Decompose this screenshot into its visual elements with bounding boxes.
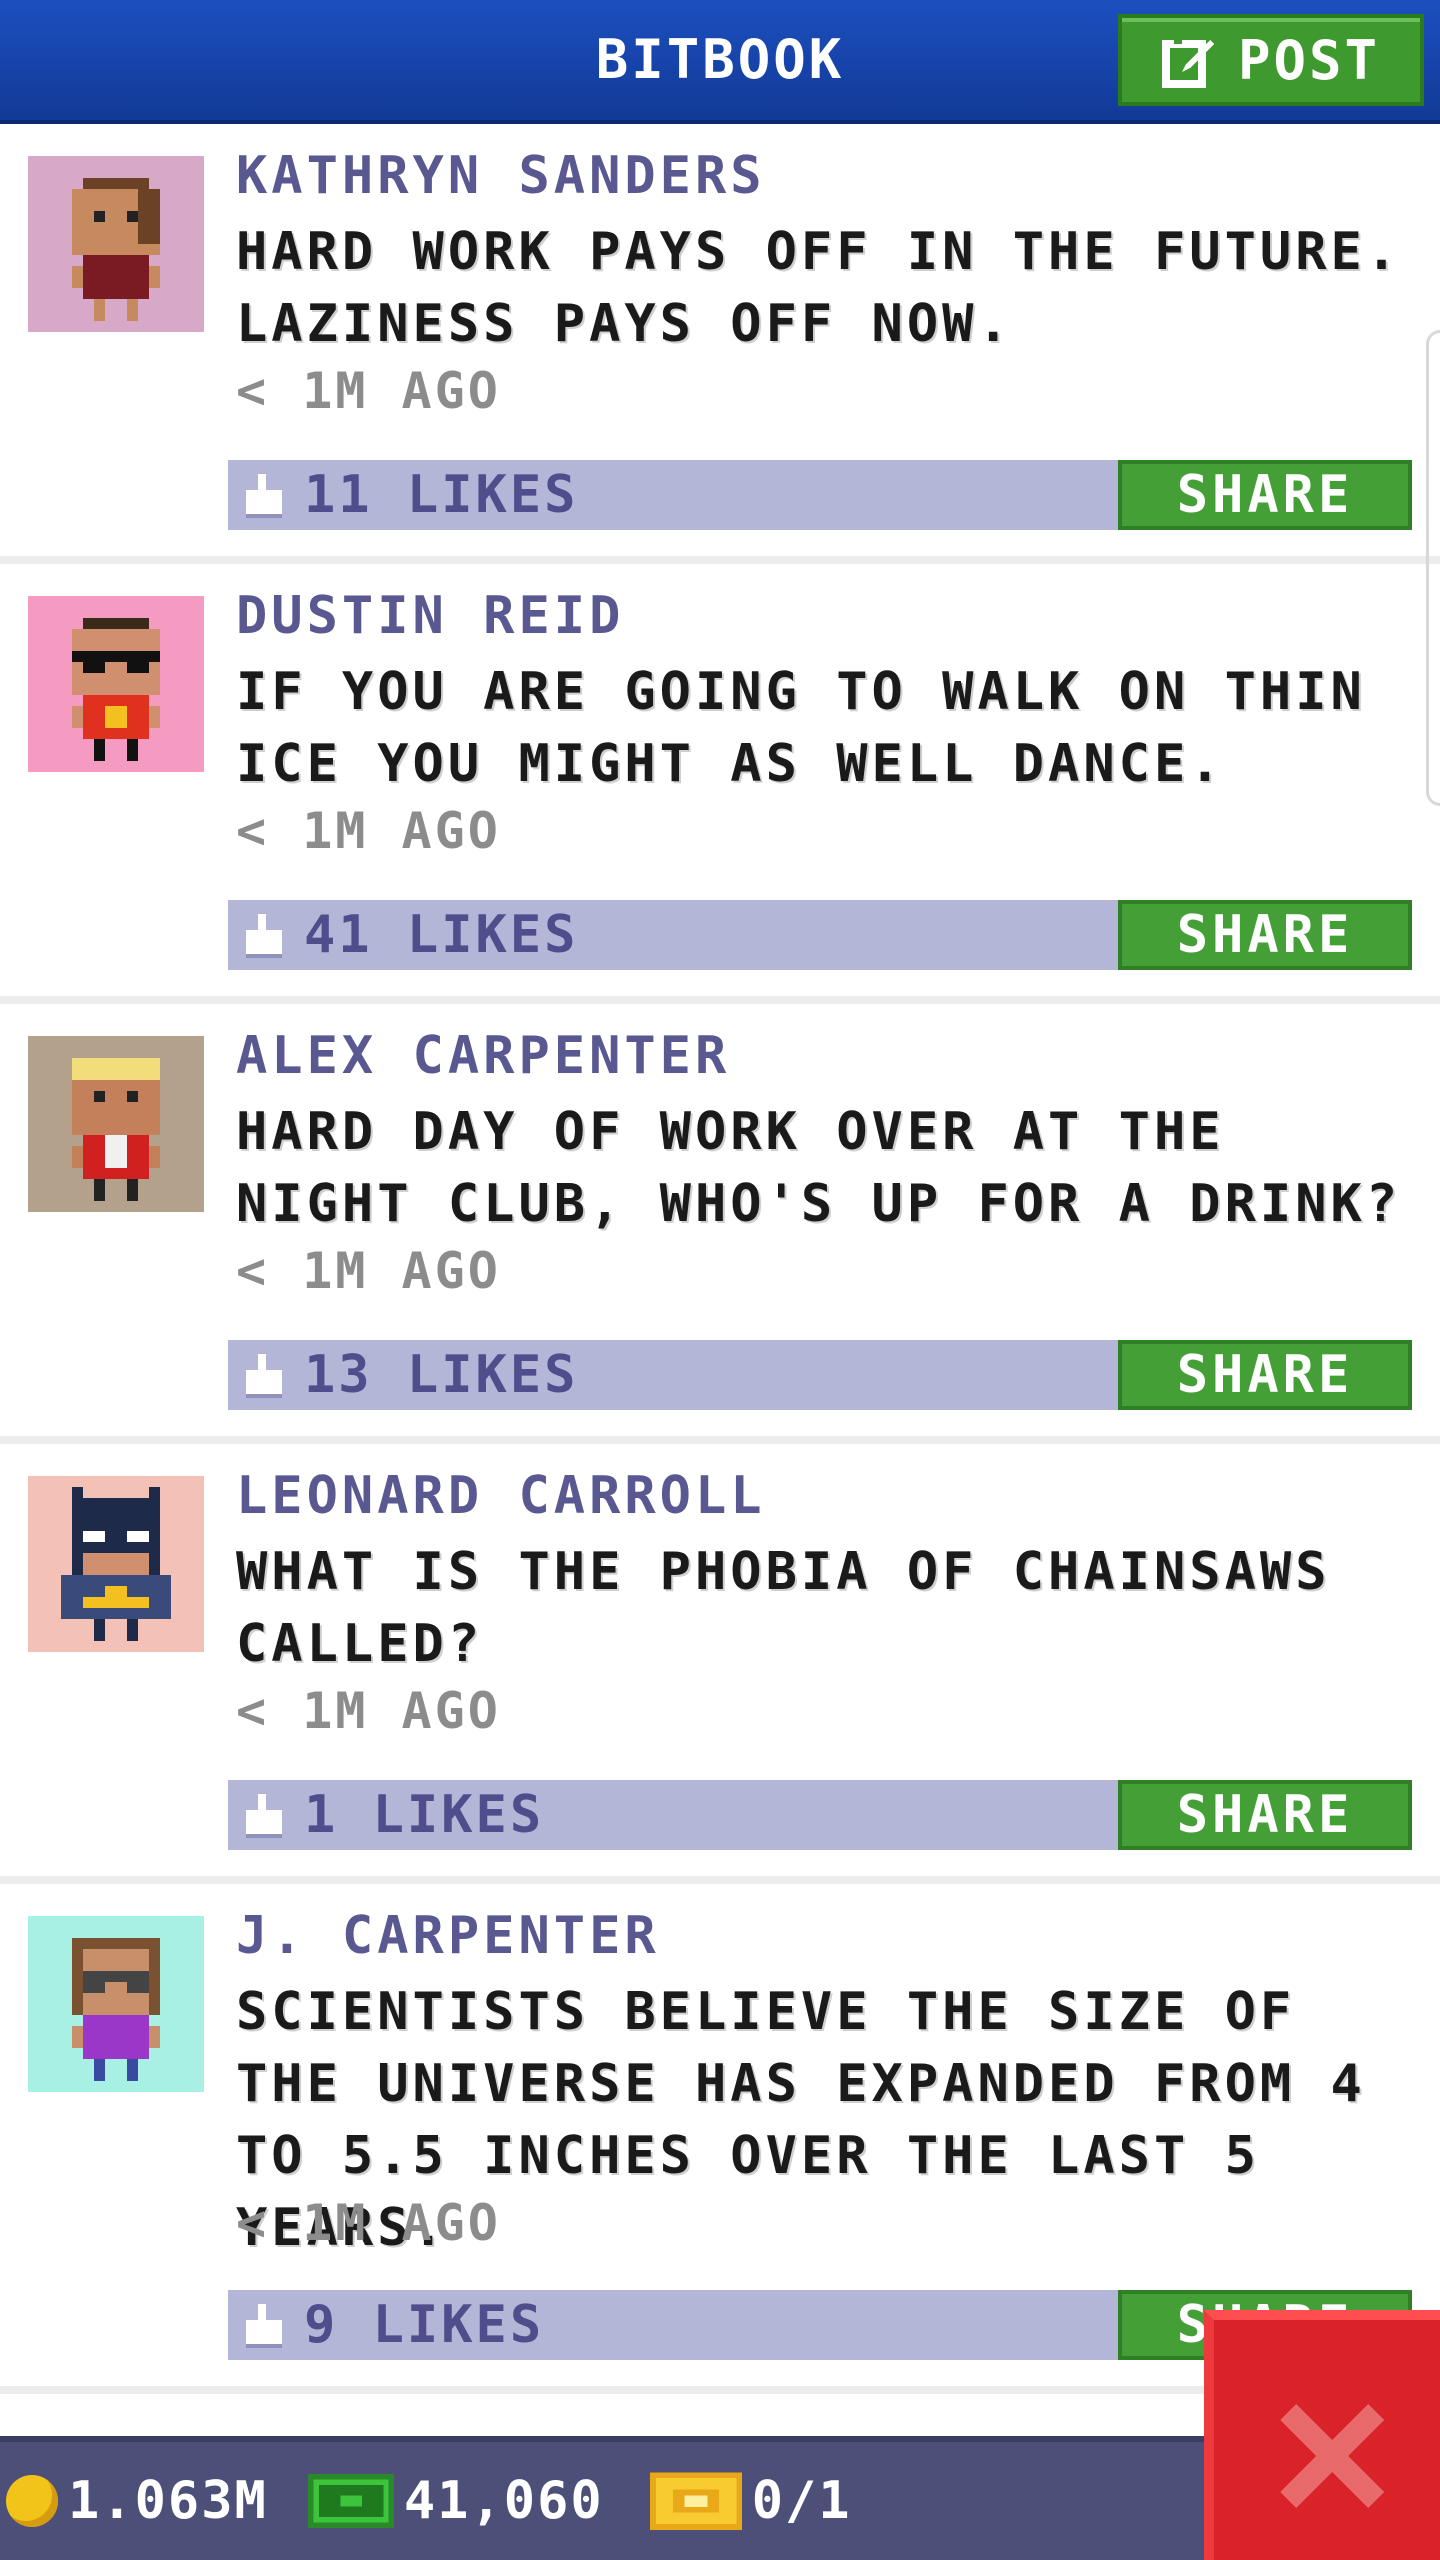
thumbs-up-icon (246, 1794, 282, 1838)
post-timestamp: < 1M AGO (236, 1242, 501, 1300)
share-button[interactable]: SHARE (1118, 900, 1412, 970)
coin-icon (6, 2475, 58, 2527)
share-button[interactable]: SHARE (1118, 1780, 1412, 1850)
coin-amount: 1.063M (68, 2471, 268, 2531)
post-timestamp: < 1M AGO (236, 802, 501, 860)
avatar[interactable] (28, 1916, 204, 2092)
bitbook-screen: BITBOOK POST KATHRYN SANDERS HARD WORK P… (0, 0, 1440, 2560)
post-text: HARD DAY OF WORK OVER AT THE NIGHT CLUB,… (236, 1102, 1402, 1234)
ticket-balance: 0/1 (610, 2471, 852, 2531)
person-avatar-icon (28, 156, 204, 332)
cash-balance: 41,060 (274, 2471, 604, 2531)
post-text: IF YOU ARE GOING TO WALK ON THIN ICE YOU… (236, 662, 1366, 794)
like-bar[interactable]: 1 LIKES SHARE (228, 1780, 1412, 1850)
list-item: DUSTIN REID IF YOU ARE GOING TO WALK ON … (0, 564, 1440, 1004)
post-author: DUSTIN REID (236, 586, 625, 646)
post-author: ALEX CARPENTER (236, 1026, 731, 1086)
post-button[interactable]: POST (1118, 14, 1424, 106)
post-author: J. CARPENTER (236, 1906, 660, 1966)
person-avatar-icon (28, 1036, 204, 1212)
thumbs-up-icon (246, 2304, 282, 2348)
header-bar: BITBOOK POST (0, 0, 1440, 124)
share-button[interactable]: SHARE (1118, 1340, 1412, 1410)
post-timestamp: < 1M AGO (236, 2194, 501, 2252)
avatar[interactable] (28, 1476, 204, 1652)
list-item: KATHRYN SANDERS HARD WORK PAYS OFF IN TH… (0, 124, 1440, 564)
list-item: LEONARD CARROLL WHAT IS THE PHOBIA OF CH… (0, 1444, 1440, 1884)
close-icon (1280, 2404, 1384, 2508)
cash-icon (307, 2474, 394, 2528)
scrollbar[interactable] (1426, 330, 1440, 806)
post-button-label: POST (1237, 28, 1381, 92)
person-avatar-icon (28, 596, 204, 772)
post-author: LEONARD CARROLL (236, 1466, 766, 1526)
ticket-amount: 0/1 (751, 2471, 852, 2531)
list-item: ALEX CARPENTER HARD DAY OF WORK OVER AT … (0, 1004, 1440, 1444)
coin-balance: 1.063M (6, 2471, 268, 2531)
avatar[interactable] (28, 1036, 204, 1212)
thumbs-up-icon (246, 474, 282, 518)
person-avatar-icon (28, 1476, 204, 1652)
like-bar[interactable]: 41 LIKES SHARE (228, 900, 1412, 970)
feed-list[interactable]: KATHRYN SANDERS HARD WORK PAYS OFF IN TH… (0, 124, 1440, 2394)
cash-amount: 41,060 (403, 2471, 604, 2531)
avatar[interactable] (28, 596, 204, 772)
like-count: 1 LIKES (304, 1785, 545, 1845)
person-avatar-icon (28, 1916, 204, 2092)
like-count: 41 LIKES (304, 905, 579, 965)
edit-icon (1161, 36, 1214, 88)
thumbs-up-icon (246, 914, 282, 958)
like-bar[interactable]: 13 LIKES SHARE (228, 1340, 1412, 1410)
like-count: 9 LIKES (304, 2295, 545, 2355)
like-count: 13 LIKES (304, 1345, 579, 1405)
post-timestamp: < 1M AGO (236, 1682, 501, 1740)
like-count: 11 LIKES (304, 465, 579, 525)
post-text: HARD WORK PAYS OFF IN THE FUTURE. LAZINE… (236, 222, 1402, 354)
like-bar[interactable]: 11 LIKES SHARE (228, 460, 1412, 530)
share-button[interactable]: SHARE (1118, 460, 1412, 530)
thumbs-up-icon (246, 1354, 282, 1398)
post-text: WHAT IS THE PHOBIA OF CHAINSAWS CALLED? (236, 1542, 1331, 1674)
ticket-icon (649, 2472, 742, 2530)
post-author: KATHRYN SANDERS (236, 146, 766, 206)
close-button[interactable] (1204, 2310, 1440, 2560)
avatar[interactable] (28, 156, 204, 332)
post-timestamp: < 1M AGO (236, 362, 501, 420)
